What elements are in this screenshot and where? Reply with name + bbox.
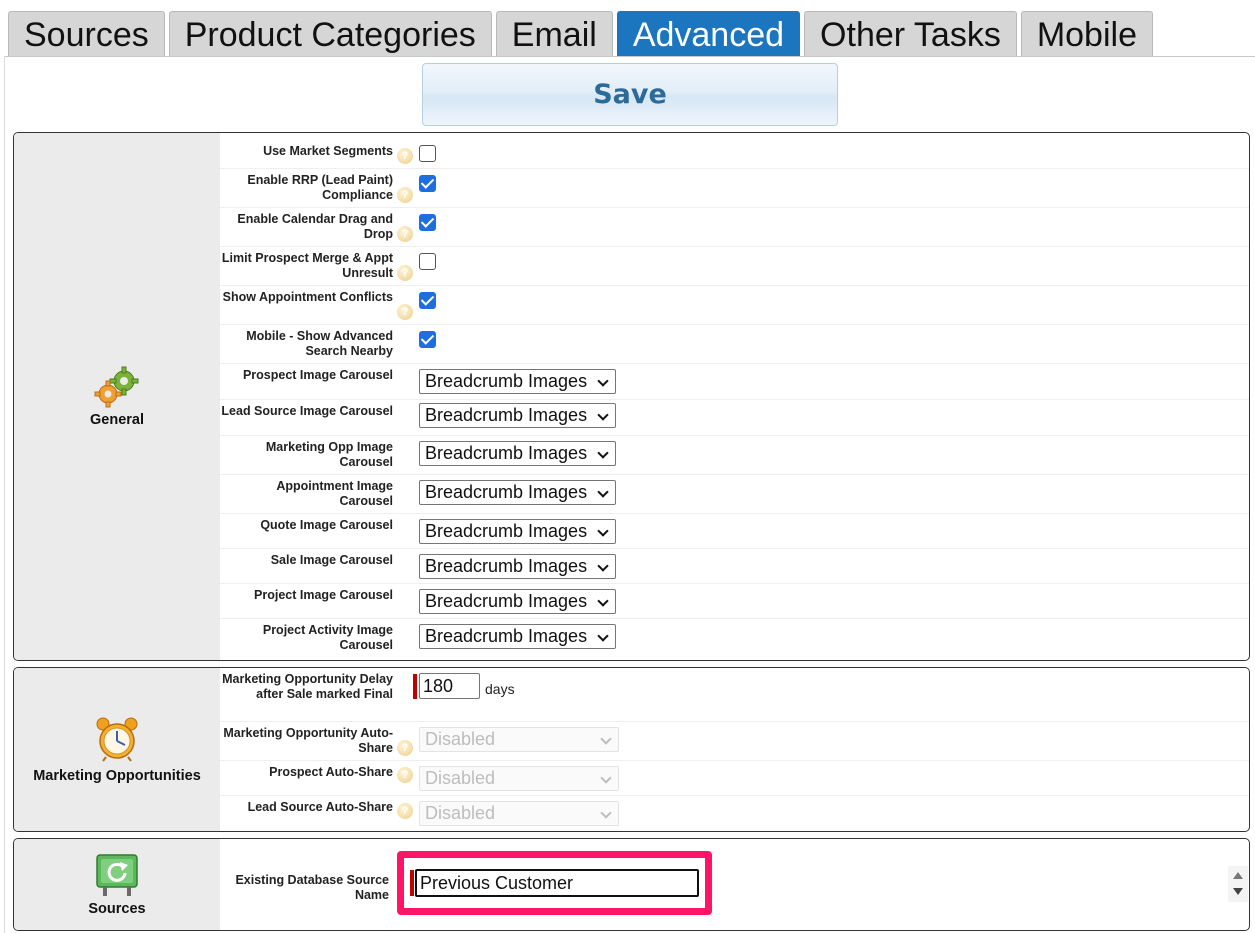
sale-carousel-select[interactable]: Breadcrumb Images: [419, 554, 616, 579]
existing-source-label: Existing Database Source Name: [235, 873, 389, 902]
use-market-segments-checkbox[interactable]: [419, 145, 436, 162]
marketing-auto-share-select[interactable]: Disabled: [419, 727, 619, 752]
setting-label: Marketing Opportunity Auto-Share: [223, 726, 393, 755]
general-title: General: [90, 411, 144, 428]
sources-sidebar: Sources: [14, 839, 220, 930]
mobile-advanced-search-checkbox[interactable]: [419, 331, 436, 348]
tab-sources[interactable]: Sources: [8, 11, 165, 57]
marketing-section: Marketing Opportunities Marketing Opport…: [13, 667, 1250, 832]
scrollbar[interactable]: [1228, 866, 1248, 902]
help-icon[interactable]: ?: [393, 286, 413, 324]
general-body: Use Market Segments ? Enable RRP (Lead P…: [220, 133, 1249, 660]
required-marker: [410, 870, 414, 896]
setting-row: Appointment Image Carousel Breadcrumb Im…: [220, 475, 1249, 514]
setting-label: Show Appointment Conflicts: [222, 290, 393, 304]
setting-label: Mobile - Show Advanced Search Nearby: [246, 329, 393, 358]
prospect-carousel-select[interactable]: Breadcrumb Images: [419, 369, 616, 394]
setting-row: Mobile - Show Advanced Search Nearby: [220, 325, 1249, 364]
help-icon[interactable]: ?: [393, 169, 413, 207]
enable-rrp-checkbox[interactable]: [419, 175, 436, 192]
help-icon[interactable]: ?: [393, 722, 413, 760]
setting-row: Lead Source Auto-Share ? Disabled: [220, 796, 1249, 831]
setting-row: Use Market Segments ?: [220, 133, 1249, 169]
source-name-field: Previous Customer: [410, 869, 699, 897]
lead-source-carousel-select[interactable]: Breadcrumb Images: [419, 403, 616, 428]
setting-row: Show Appointment Conflicts ?: [220, 286, 1249, 325]
setting-label: Prospect Image Carousel: [242, 368, 393, 382]
setting-row: Quote Image Carousel Breadcrumb Images: [220, 514, 1249, 549]
setting-row: Project Activity Image Carousel Breadcru…: [220, 619, 1249, 656]
project-activity-carousel-select[interactable]: Breadcrumb Images: [419, 624, 616, 649]
tab-other-tasks[interactable]: Other Tasks: [804, 11, 1017, 57]
setting-label: Lead Source Auto-Share: [247, 800, 393, 814]
setting-label: Enable Calendar Drag and Drop: [237, 212, 393, 241]
help-icon[interactable]: ?: [393, 796, 413, 831]
help-icon[interactable]: ?: [393, 247, 413, 285]
marketing-title: Marketing Opportunities: [33, 767, 201, 784]
setting-label: Prospect Auto-Share: [269, 765, 393, 779]
help-icon[interactable]: ?: [393, 761, 413, 795]
marketing-sidebar: Marketing Opportunities: [14, 668, 220, 831]
project-carousel-select[interactable]: Breadcrumb Images: [419, 589, 616, 614]
marketing-opp-carousel-select[interactable]: Breadcrumb Images: [419, 441, 616, 466]
delay-days-input[interactable]: 180: [419, 673, 480, 699]
sources-title: Sources: [88, 900, 146, 917]
tab-advanced[interactable]: Advanced: [616, 11, 801, 57]
help-icon[interactable]: ?: [393, 133, 413, 168]
scroll-up-icon[interactable]: [1233, 872, 1243, 879]
setting-label: Appointment Image Carousel: [276, 479, 393, 508]
setting-row: Marketing Opportunity Auto-Share ? Disab…: [220, 722, 1249, 761]
source-name-input[interactable]: Previous Customer: [415, 869, 699, 897]
lead-source-auto-share-select[interactable]: Disabled: [419, 801, 619, 826]
setting-row: Enable RRP (Lead Paint) Compliance ?: [220, 169, 1249, 208]
setting-label: Marketing Opp Image Carousel: [265, 440, 393, 469]
setting-row: Project Image Carousel Breadcrumb Images: [220, 584, 1249, 619]
setting-row: Lead Source Image Carousel Breadcrumb Im…: [220, 400, 1249, 436]
tab-bar: Sources Product Categories Email Advance…: [8, 11, 1157, 57]
show-appointment-conflicts-checkbox[interactable]: [419, 292, 436, 309]
setting-row: Marketing Opportunity Delay after Sale m…: [220, 668, 1249, 722]
setting-label: Sale Image Carousel: [270, 553, 393, 567]
setting-row: Marketing Opp Image Carousel Breadcrumb …: [220, 436, 1249, 475]
setting-label: Enable RRP (Lead Paint) Compliance: [247, 173, 393, 202]
setting-label: Limit Prospect Merge & Appt Unresult: [221, 251, 393, 280]
quote-carousel-select[interactable]: Breadcrumb Images: [419, 519, 616, 544]
scroll-down-icon[interactable]: [1233, 888, 1243, 895]
tab-product-categories[interactable]: Product Categories: [168, 11, 492, 57]
general-section: General Use Market Segments ? Enable RRP…: [13, 132, 1250, 661]
frame-border: [4, 56, 5, 933]
tab-mobile[interactable]: Mobile: [1020, 11, 1153, 57]
marketing-body: Marketing Opportunity Delay after Sale m…: [220, 668, 1249, 831]
appointment-carousel-select[interactable]: Breadcrumb Images: [419, 480, 616, 505]
enable-calendar-drag-checkbox[interactable]: [419, 214, 436, 231]
tab-email[interactable]: Email: [495, 11, 613, 57]
gears-icon: [94, 366, 139, 407]
days-unit: days: [485, 681, 515, 697]
limit-prospect-merge-checkbox[interactable]: [419, 253, 436, 270]
setting-row: Prospect Image Carousel Breadcrumb Image…: [220, 364, 1249, 400]
setting-label: Project Image Carousel: [254, 588, 393, 602]
refresh-sign-icon: [96, 853, 138, 896]
setting-row: Enable Calendar Drag and Drop ?: [220, 208, 1249, 247]
setting-row: Sale Image Carousel Breadcrumb Images: [220, 549, 1249, 584]
setting-label: Project Activity Image Carousel: [262, 623, 393, 652]
save-button[interactable]: Save: [422, 63, 838, 126]
required-marker: [413, 673, 417, 699]
setting-row: Limit Prospect Merge & Appt Unresult ?: [220, 247, 1249, 286]
prospect-auto-share-select[interactable]: Disabled: [419, 766, 619, 791]
setting-label: Use Market Segments: [263, 144, 393, 158]
alarm-clock-icon: [96, 717, 138, 762]
setting-row: Prospect Auto-Share ? Disabled: [220, 761, 1249, 796]
tab-divider: [4, 56, 1255, 57]
setting-label: Marketing Opportunity Delay after Sale m…: [222, 672, 393, 701]
setting-label: Lead Source Image Carousel: [221, 404, 393, 418]
help-icon[interactable]: ?: [393, 208, 413, 246]
sources-body: Existing Database Source Name: [220, 839, 1249, 930]
general-sidebar: General: [14, 133, 220, 660]
setting-label: Quote Image Carousel: [260, 518, 393, 532]
